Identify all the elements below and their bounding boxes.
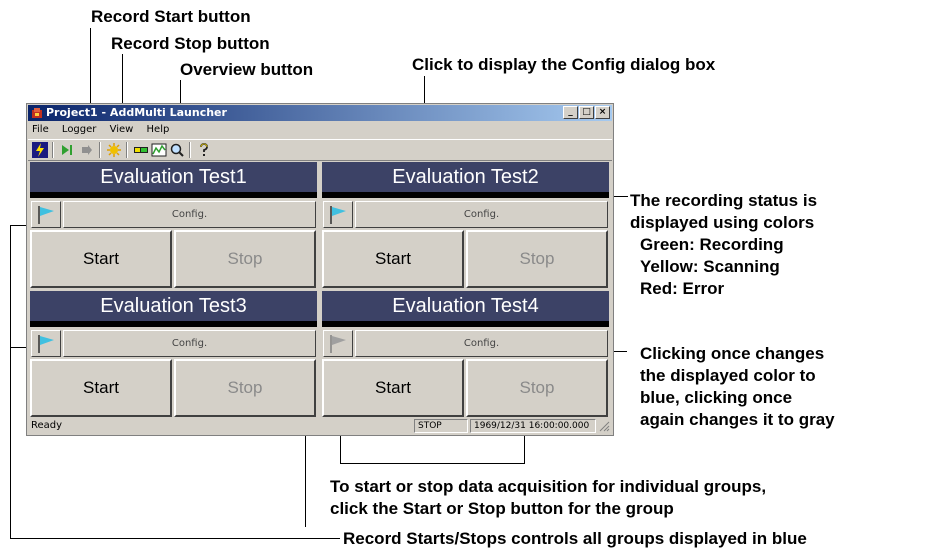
menu-logger[interactable]: Logger bbox=[62, 124, 96, 135]
window-title: Project1 - AddMulti Launcher bbox=[46, 106, 227, 119]
recording-status-annotation: The recording status is displayed using … bbox=[630, 191, 818, 298]
status-bar: Ready STOP 1969/12/31 16:00:00.000 bbox=[28, 418, 612, 434]
flag-icon bbox=[38, 206, 54, 224]
app-icon bbox=[32, 108, 42, 118]
minimize-button[interactable]: _ bbox=[563, 106, 578, 119]
start-button[interactable]: Start bbox=[30, 359, 172, 417]
clicking-once-annotation: Clicking once changes the displayed colo… bbox=[640, 344, 835, 429]
flag-icon bbox=[330, 206, 346, 224]
record-start-icon[interactable] bbox=[59, 142, 75, 158]
menu-help[interactable]: Help bbox=[147, 124, 170, 135]
start-button[interactable]: Start bbox=[322, 230, 464, 288]
status-time: 1969/12/31 16:00:00.000 bbox=[470, 419, 596, 433]
toolbar-separator bbox=[52, 142, 54, 158]
menu-view[interactable]: View bbox=[110, 124, 134, 135]
lightning-icon[interactable] bbox=[32, 142, 48, 158]
start-button[interactable]: Start bbox=[30, 230, 172, 288]
flag-button[interactable] bbox=[31, 330, 61, 357]
config-button[interactable]: Config. bbox=[355, 330, 608, 357]
start-stop-annotation: To start or stop data acquisition for in… bbox=[330, 477, 767, 518]
leader-line bbox=[340, 463, 524, 464]
group-panel: Evaluation Test2 Config. Start Stop bbox=[322, 162, 609, 288]
flag-button[interactable] bbox=[31, 201, 61, 228]
menu-file[interactable]: File bbox=[32, 124, 49, 135]
group-panel: Evaluation Test3 Config. Start Stop bbox=[30, 291, 317, 417]
maximize-button[interactable]: □ bbox=[579, 106, 594, 119]
group-title: Evaluation Test3 bbox=[30, 291, 317, 327]
status-state: STOP bbox=[414, 419, 468, 433]
stop-button[interactable]: Stop bbox=[466, 230, 608, 288]
toolbar-separator bbox=[99, 142, 101, 158]
magnify-icon[interactable] bbox=[169, 142, 185, 158]
group-panel-area: Evaluation Test1 Config. Start Stop Eval… bbox=[30, 162, 610, 417]
flag-icon bbox=[38, 335, 54, 353]
stop-button[interactable]: Stop bbox=[174, 230, 316, 288]
group-panel: Evaluation Test4 Config. Start Stop bbox=[322, 291, 609, 417]
menu-bar: File Logger View Help bbox=[28, 122, 612, 138]
flag-icon bbox=[330, 335, 346, 353]
help-icon[interactable] bbox=[196, 142, 212, 158]
group-panel: Evaluation Test1 Config. Start Stop bbox=[30, 162, 317, 288]
config-button[interactable]: Config. bbox=[63, 201, 316, 228]
record-all-annotation: Record Starts/Stops controls all groups … bbox=[343, 529, 807, 548]
scan-icon[interactable] bbox=[106, 142, 122, 158]
config-button[interactable]: Config. bbox=[63, 330, 316, 357]
start-button[interactable]: Start bbox=[322, 359, 464, 417]
title-bar[interactable]: Project1 - AddMulti Launcher _ □ × bbox=[28, 105, 612, 121]
toolbar-separator bbox=[189, 142, 191, 158]
flag-button[interactable] bbox=[323, 330, 353, 357]
record-stop-icon[interactable] bbox=[79, 142, 95, 158]
config-dialog-annotation: Click to display the Config dialog box bbox=[412, 55, 716, 74]
overview-icon[interactable] bbox=[133, 142, 149, 158]
toolbar-separator bbox=[126, 142, 128, 158]
flag-button[interactable] bbox=[323, 201, 353, 228]
record-stop-annotation: Record Stop button bbox=[111, 34, 270, 53]
toolbar bbox=[28, 139, 612, 161]
close-button[interactable]: × bbox=[595, 106, 610, 119]
group-title: Evaluation Test2 bbox=[322, 162, 609, 198]
stop-button[interactable]: Stop bbox=[174, 359, 316, 417]
group-title: Evaluation Test4 bbox=[322, 291, 609, 327]
leader-line bbox=[10, 538, 340, 539]
overview-annotation: Overview button bbox=[180, 60, 314, 79]
leader-line bbox=[10, 225, 11, 539]
resize-grip-icon[interactable] bbox=[599, 421, 610, 432]
config-button[interactable]: Config. bbox=[355, 201, 608, 228]
record-start-annotation: Record Start button bbox=[91, 7, 251, 26]
group-title: Evaluation Test1 bbox=[30, 162, 317, 198]
status-ready: Ready bbox=[31, 420, 63, 431]
stop-button[interactable]: Stop bbox=[466, 359, 608, 417]
launcher-window: Project1 - AddMulti Launcher _ □ × File … bbox=[26, 103, 614, 436]
chart-icon[interactable] bbox=[151, 142, 167, 158]
